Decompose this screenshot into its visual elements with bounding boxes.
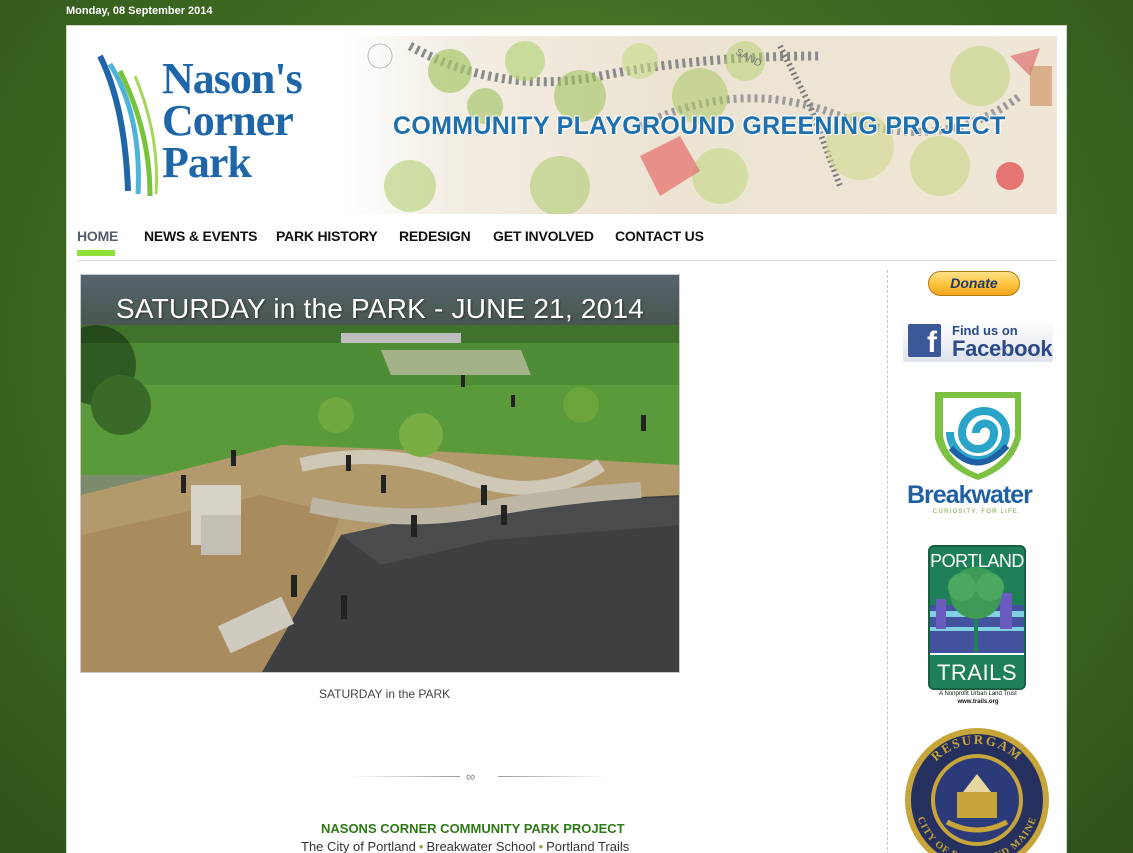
breakwater-name: Breakwater: [907, 481, 1033, 509]
facebook-link[interactable]: f Find us on Facebook: [903, 320, 1053, 362]
nav-home[interactable]: HOME: [77, 228, 118, 244]
nav-redesign[interactable]: REDESIGN: [399, 228, 471, 244]
city-of-portland-seal-icon: RESURGAM CITY OF PORTLAND MAINE: [905, 728, 1049, 853]
nav-park-history[interactable]: PARK HISTORY: [276, 228, 378, 244]
sidebar-divider: [887, 270, 888, 853]
separator-dot: •: [418, 839, 424, 853]
breakwater-swirl-icon: [935, 392, 1021, 480]
portland-trails-bottom: TRAILS: [936, 660, 1018, 685]
header-banner[interactable]: SAND Nason's Corner Park COMMUNITY PLAYG…: [80, 36, 1057, 214]
slide-caption: SATURDAY in the PARK: [319, 687, 451, 701]
ornament-divider: ∞: [350, 769, 610, 784]
facebook-icon: f: [908, 324, 941, 357]
partner-portland-trails[interactable]: Portland Trails: [546, 839, 629, 853]
footer-heading: NASONS CORNER COMMUNITY PARK PROJECT: [321, 821, 625, 836]
park-photo: [81, 275, 679, 672]
featured-slide[interactable]: SATURDAY in the PARK - JUNE 21, 2014: [80, 274, 680, 673]
logo-line-3: Park: [162, 138, 252, 187]
partner-breakwater-school[interactable]: Breakwater School: [426, 839, 535, 853]
portland-trails-sign: PORTLAND TRAILS: [928, 545, 1026, 690]
separator-dot: •: [538, 839, 544, 853]
logo-line-1: Nason's: [162, 54, 303, 103]
portland-trails-logo-link[interactable]: PORTLAND TRAILS A Nonprofit Urban Land T…: [928, 545, 1026, 705]
nav-active-indicator: [77, 250, 115, 256]
slide-title: SATURDAY in the PARK - JUNE 21, 2014: [116, 293, 645, 324]
portland-trails-url: www.trails.org: [957, 699, 999, 705]
portland-trails-subtitle: A Nonprofit Urban Land Trust: [939, 691, 1017, 697]
knot-ornament-icon: ∞: [466, 769, 476, 784]
donate-button[interactable]: Donate: [928, 271, 1020, 296]
main-nav: HOME NEWS & EVENTS PARK HISTORY REDESIGN…: [77, 221, 1057, 261]
page-container: SAND Nason's Corner Park COMMUNITY PLAYG…: [66, 25, 1067, 853]
footer-partners: The City of Portland • Breakwater School • P…: [301, 839, 629, 853]
site-logo[interactable]: Nason's Corner Park: [162, 54, 303, 187]
nav-news-events[interactable]: NEWS & EVENTS: [144, 228, 258, 244]
portland-trails-top: PORTLAND: [930, 551, 1024, 571]
nav-contact-us[interactable]: CONTACT US: [615, 228, 704, 244]
banner-title: COMMUNITY PLAYGROUND GREENING PROJECT: [393, 112, 1006, 140]
city-seal-link[interactable]: RESURGAM CITY OF PORTLAND MAINE: [903, 726, 1051, 853]
date-display: Monday, 08 September 2014: [66, 5, 213, 17]
logo-line-2: Corner: [162, 96, 294, 145]
breakwater-logo-link[interactable]: Breakwater CURIOSITY. FOR LIFE.: [903, 388, 1053, 518]
breakwater-tagline: CURIOSITY. FOR LIFE.: [933, 509, 1021, 515]
nav-get-involved[interactable]: GET INVOLVED: [493, 228, 594, 244]
facebook-name-label: Facebook: [952, 336, 1053, 361]
partner-city-of-portland[interactable]: The City of Portland: [301, 839, 416, 853]
